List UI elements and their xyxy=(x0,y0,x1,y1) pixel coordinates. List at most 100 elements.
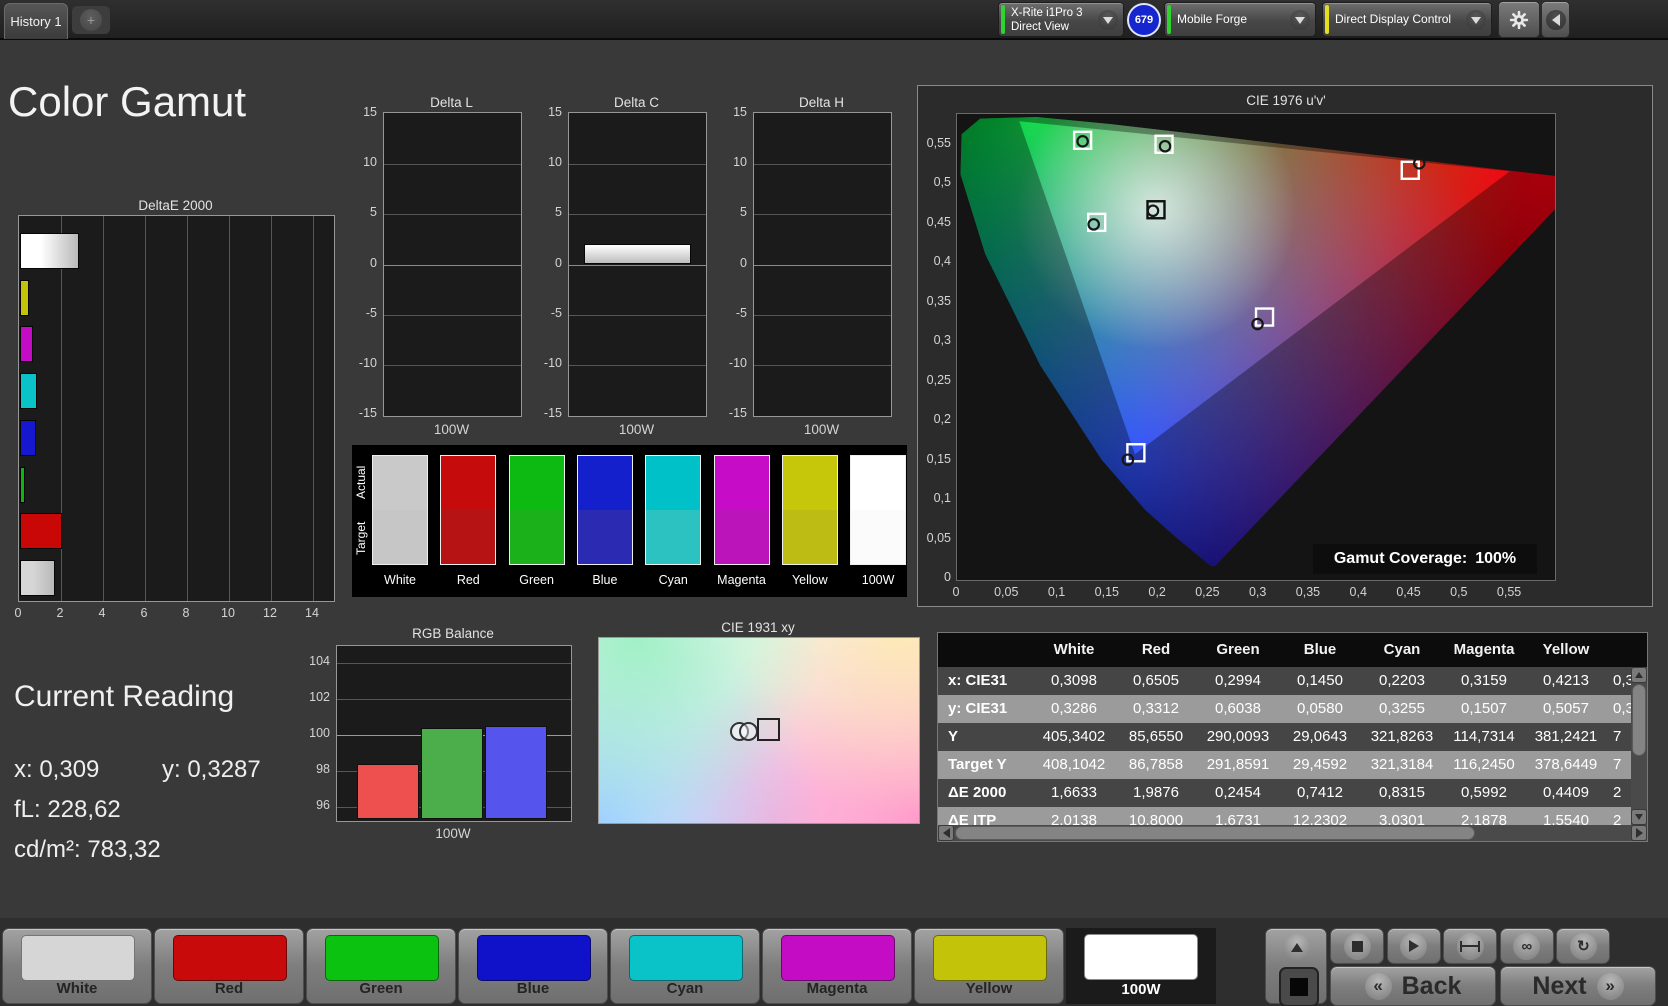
table-cell: 0,5992 xyxy=(1461,784,1507,801)
gridline xyxy=(187,216,188,601)
actual-swatch xyxy=(372,455,428,510)
row-label: Y xyxy=(948,728,959,745)
bar-green xyxy=(421,727,483,819)
column-header: Yellow xyxy=(1542,641,1590,658)
refresh-button[interactable]: ↻ xyxy=(1556,928,1611,964)
stop-button[interactable] xyxy=(1330,928,1384,964)
swatch-column: Red xyxy=(440,455,497,587)
play-button[interactable] xyxy=(1386,928,1441,964)
meter-dropdown[interactable]: X-Rite i1Pro 3 Direct View xyxy=(998,2,1124,37)
patch-label: Red xyxy=(214,980,244,997)
axis-tick: 4 xyxy=(98,606,106,620)
patch-button-yellow[interactable]: Yellow xyxy=(914,928,1064,1004)
axis-tick: 0,35 xyxy=(926,293,951,308)
axis-tick: 0,55 xyxy=(926,136,951,150)
stop-measure-button[interactable] xyxy=(1279,967,1319,1006)
table-cell: 114,7314 xyxy=(1453,728,1515,745)
axis-tick: 0 xyxy=(14,606,22,620)
black-square-icon xyxy=(1290,978,1308,996)
row-label: Target Y xyxy=(948,756,1007,773)
row-label: y: CIE31 xyxy=(948,700,1008,717)
step-button[interactable] xyxy=(1443,928,1498,964)
table-cell: 1,5540 xyxy=(1543,812,1589,825)
reading-y: y: 0,3287 xyxy=(162,756,261,783)
loop-button[interactable]: ∞ xyxy=(1499,928,1554,964)
table-cell: 290,0093 xyxy=(1206,728,1270,745)
axis-label: 100W xyxy=(618,422,655,437)
gridline xyxy=(754,364,891,366)
reading-fl: fL: 228,62 xyxy=(14,796,121,823)
axis-tick: 0,35 xyxy=(1295,585,1321,599)
axis-tick: 14 xyxy=(305,606,319,620)
patch-button-100w[interactable]: 100W xyxy=(1066,928,1216,1004)
deltae-chart xyxy=(18,215,335,602)
patch-button-cyan[interactable]: Cyan xyxy=(610,928,760,1004)
column-header: White xyxy=(1053,641,1095,658)
tab-label: History 1 xyxy=(10,14,62,29)
bar-red xyxy=(20,513,62,550)
patch-button-green[interactable]: Green xyxy=(306,928,456,1004)
actual-swatch xyxy=(850,455,907,510)
settings-button[interactable] xyxy=(1498,1,1540,38)
axis-tick: 2 xyxy=(56,606,64,620)
swatch-column: Yellow xyxy=(781,455,838,587)
axis-tick: 8 xyxy=(182,606,190,620)
patch-button-magenta[interactable]: Magenta xyxy=(762,928,912,1004)
target-swatch xyxy=(440,510,497,565)
column-header: Green xyxy=(1216,641,1260,658)
axis-tick: 10 xyxy=(221,606,235,620)
swatch-label: Cyan xyxy=(658,573,688,587)
step-icon xyxy=(1456,932,1484,960)
current-reading-title: Current Reading xyxy=(14,680,235,713)
patch-button-red[interactable]: Red xyxy=(154,928,304,1004)
axis-tick: 0,4 xyxy=(1349,585,1367,599)
table-cell: 0,4409 xyxy=(1543,784,1589,801)
source-dropdown[interactable]: Mobile Forge xyxy=(1164,2,1316,37)
gridline xyxy=(384,164,521,166)
target-swatch xyxy=(372,510,428,565)
axis-tick: 0,3 xyxy=(933,333,951,348)
patch-button-blue[interactable]: Blue xyxy=(458,928,608,1004)
scroll-up-icon[interactable] xyxy=(1631,667,1647,683)
cie1976-panel: CIE 1976 u'v' Gamut Coverage: 100% 0,55 … xyxy=(917,85,1653,607)
bar-green xyxy=(20,466,26,503)
measurement-count-badge[interactable]: 679 xyxy=(1127,3,1161,37)
raise-button[interactable] xyxy=(1266,931,1328,963)
rgb-balance-title: RGB Balance xyxy=(412,626,494,641)
add-tab-button[interactable]: + xyxy=(72,6,110,34)
table-cell: 2,0138 xyxy=(1051,812,1097,825)
next-button[interactable]: Next » xyxy=(1500,966,1656,1006)
vertical-scroll-thumb[interactable] xyxy=(1632,684,1646,756)
table-cell-clipped: 2 xyxy=(1613,784,1622,801)
table-vertical-scrollbar[interactable] xyxy=(1631,667,1647,825)
table-cell: 116,2450 xyxy=(1453,756,1515,773)
workflow-dropdown[interactable]: Direct Display Control xyxy=(1322,2,1492,37)
swatch-column: 100W xyxy=(850,455,907,587)
horizontal-scroll-thumb[interactable] xyxy=(955,826,1475,840)
axis-tick: -5 xyxy=(365,305,377,320)
swatch-column: Blue xyxy=(576,455,633,587)
patch-swatch xyxy=(21,935,135,981)
back-button[interactable]: « Back xyxy=(1330,966,1496,1006)
swatch-label: 100W xyxy=(861,573,895,587)
axis-tick: 5 xyxy=(740,205,747,220)
scroll-left-icon[interactable] xyxy=(938,825,954,841)
table-horizontal-scrollbar[interactable] xyxy=(938,825,1647,841)
axis-tick: -5 xyxy=(735,305,747,320)
gridline xyxy=(337,663,571,664)
patch-button-white[interactable]: White xyxy=(2,928,152,1004)
axis-tick: 5 xyxy=(555,205,562,220)
scroll-down-icon[interactable] xyxy=(1631,809,1647,825)
axis-tick: 96 xyxy=(316,798,330,812)
patch-swatch xyxy=(1084,934,1198,980)
axis-tick: 98 xyxy=(316,762,330,776)
collapse-panel-button[interactable] xyxy=(1541,1,1570,38)
cie1931-title: CIE 1931 xy xyxy=(721,620,795,635)
table-cell: 1,6633 xyxy=(1051,784,1097,801)
table-cell: 0,5057 xyxy=(1543,700,1589,717)
axis-tick: 0 xyxy=(370,255,377,270)
meter-line1: X-Rite i1Pro 3 xyxy=(1011,7,1083,19)
stop-glyph xyxy=(1351,940,1363,952)
tab-history-1[interactable]: History 1 xyxy=(4,3,68,39)
scroll-right-icon[interactable] xyxy=(1631,825,1647,841)
